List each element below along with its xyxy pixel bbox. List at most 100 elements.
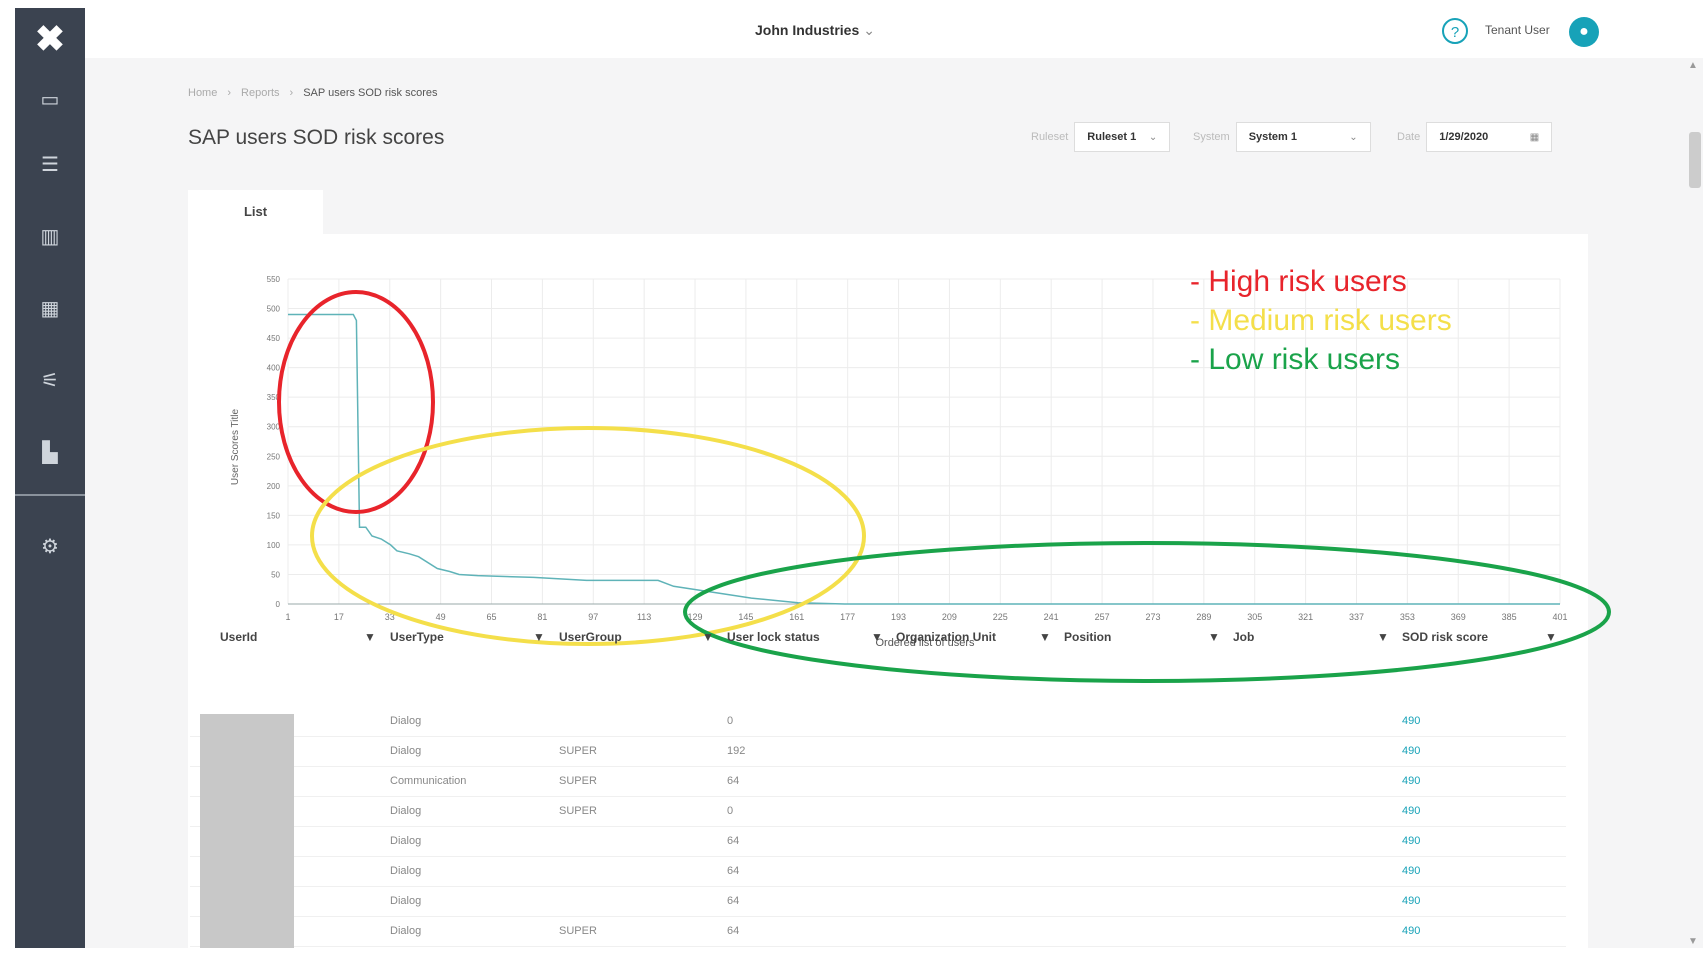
table-cell[interactable]: 490 bbox=[1402, 745, 1420, 757]
date-input[interactable]: 1/29/2020 ▦ bbox=[1426, 122, 1553, 152]
filter-icon[interactable]: ▼ bbox=[1545, 630, 1557, 644]
page-title: SAP users SOD risk scores bbox=[188, 126, 445, 149]
table-cell: 0 bbox=[727, 805, 734, 817]
date-label: Date bbox=[1397, 131, 1421, 143]
table-header: UserId ▼ UserType ▼ UserGroup ▼ User loc… bbox=[0, 618, 1703, 656]
column-header[interactable]: UserId bbox=[220, 630, 257, 644]
reports-icon[interactable]: ▙ bbox=[15, 416, 85, 488]
redacted-userid-block bbox=[200, 714, 294, 948]
sidebar-divider bbox=[15, 494, 85, 496]
column-header[interactable]: UserGroup bbox=[559, 630, 622, 644]
column-header[interactable]: Organization Unit bbox=[896, 630, 996, 644]
column-header[interactable]: User lock status bbox=[727, 630, 820, 644]
ruleset-filter: Ruleset Ruleset 1 ⌄ bbox=[1031, 122, 1171, 152]
table-cell: Communication bbox=[390, 775, 467, 787]
breadcrumb-separator: › bbox=[227, 87, 232, 99]
ruleset-value: Ruleset 1 bbox=[1087, 131, 1137, 143]
table-row[interactable]: Dialog SUPER 0 490 bbox=[190, 796, 1566, 827]
table-cell: 64 bbox=[727, 925, 740, 937]
ruleset-label: Ruleset bbox=[1031, 131, 1069, 143]
company-name: John Industries bbox=[755, 22, 860, 38]
filter-icon[interactable]: ▼ bbox=[702, 630, 714, 644]
company-selector[interactable]: John Industries ⌄ bbox=[755, 22, 875, 39]
column-header[interactable]: SOD risk score bbox=[1402, 630, 1488, 644]
table-cell[interactable]: 490 bbox=[1402, 925, 1420, 937]
table-cell[interactable]: 490 bbox=[1402, 805, 1420, 817]
table-cell: 64 bbox=[727, 835, 740, 847]
breadcrumb-home[interactable]: Home bbox=[188, 87, 217, 99]
workflow-icon[interactable]: ⚟ bbox=[15, 344, 85, 416]
table-row[interactable]: Dialog 64 490 bbox=[190, 826, 1566, 857]
table-cell[interactable]: 490 bbox=[1402, 775, 1420, 787]
table-cell: SUPER bbox=[559, 745, 597, 757]
date-filter: Date 1/29/2020 ▦ bbox=[1397, 122, 1553, 152]
table-cell: Dialog bbox=[390, 895, 422, 907]
table-cell: SUPER bbox=[559, 925, 597, 937]
column-header[interactable]: Position bbox=[1064, 630, 1111, 644]
dashboard-icon[interactable]: ▦ bbox=[15, 272, 85, 344]
sidebar: ✖ ▭ ☰ ▥ ▦ ⚟ ▙ ⚙ bbox=[15, 8, 85, 948]
table-cell[interactable]: 490 bbox=[1402, 895, 1420, 907]
table-cell: 192 bbox=[727, 745, 746, 757]
filter-icon[interactable]: ▼ bbox=[1039, 630, 1051, 644]
scrollbar-thumb[interactable] bbox=[1689, 132, 1701, 188]
user-name[interactable]: Tenant User bbox=[1485, 23, 1550, 37]
table-cell: Dialog bbox=[390, 715, 422, 727]
monitor-icon[interactable]: ▭ bbox=[15, 70, 85, 128]
list-icon[interactable]: ☰ bbox=[15, 128, 85, 200]
filter-icon[interactable]: ▼ bbox=[364, 630, 376, 644]
table-cell: 64 bbox=[727, 895, 740, 907]
chevron-down-icon: ⌄ bbox=[863, 22, 875, 38]
risk-legend: - High risk users - Medium risk users - … bbox=[1190, 262, 1452, 379]
table-cell: SUPER bbox=[559, 775, 597, 787]
system-value: System 1 bbox=[1248, 131, 1297, 143]
legend-medium-risk: - Medium risk users bbox=[1190, 304, 1452, 337]
table-cell: 0 bbox=[727, 715, 734, 727]
chevron-down-icon: ⌄ bbox=[1148, 131, 1158, 143]
scroll-down-icon[interactable]: ▼ bbox=[1688, 936, 1698, 947]
system-select[interactable]: System 1 ⌄ bbox=[1235, 122, 1371, 152]
column-header[interactable]: UserType bbox=[390, 630, 444, 644]
user-avatar-icon[interactable]: ● bbox=[1569, 17, 1599, 47]
ruleset-select[interactable]: Ruleset 1 ⌄ bbox=[1074, 122, 1171, 152]
table-row[interactable]: Dialog 64 490 bbox=[190, 856, 1566, 887]
filter-icon[interactable]: ▼ bbox=[533, 630, 545, 644]
table-row[interactable]: Communication SUPER 64 490 bbox=[190, 766, 1566, 797]
date-value: 1/29/2020 bbox=[1439, 131, 1489, 143]
table-cell: 64 bbox=[727, 865, 740, 877]
breadcrumb-separator: › bbox=[289, 87, 294, 99]
table-cell: Dialog bbox=[390, 745, 422, 757]
legend-high-risk: - High risk users bbox=[1190, 265, 1407, 298]
table-cell[interactable]: 490 bbox=[1402, 715, 1420, 727]
table-row[interactable]: Dialog 64 490 bbox=[190, 886, 1566, 917]
table-row[interactable]: Dialog 0 490 bbox=[190, 706, 1566, 737]
table-cell[interactable]: 490 bbox=[1402, 865, 1420, 877]
chevron-down-icon: ⌄ bbox=[1349, 131, 1358, 143]
help-icon[interactable]: ? bbox=[1442, 18, 1468, 44]
table-cell: Dialog bbox=[390, 805, 422, 817]
table-cell: Dialog bbox=[390, 925, 422, 937]
system-filter: System System 1 ⌄ bbox=[1193, 122, 1371, 152]
legend-low-risk: - Low risk users bbox=[1190, 343, 1401, 376]
breadcrumb-reports[interactable]: Reports bbox=[241, 87, 280, 99]
table-cell: SUPER bbox=[559, 805, 597, 817]
table-row[interactable]: Dialog SUPER 192 490 bbox=[190, 736, 1566, 767]
logo-icon[interactable]: ✖ bbox=[15, 8, 85, 70]
breadcrumb-current: SAP users SOD risk scores bbox=[303, 87, 438, 99]
settings-icon[interactable]: ⚙ bbox=[15, 526, 85, 566]
column-header[interactable]: Job bbox=[1233, 630, 1254, 644]
analytics-icon[interactable]: ▥ bbox=[15, 200, 85, 272]
filter-icon[interactable]: ▼ bbox=[871, 630, 883, 644]
filter-icon[interactable]: ▼ bbox=[1377, 630, 1389, 644]
calendar-icon[interactable]: ▦ bbox=[1530, 132, 1539, 143]
table-cell: Dialog bbox=[390, 865, 422, 877]
tab-list[interactable]: List bbox=[188, 190, 323, 234]
table-cell[interactable]: 490 bbox=[1402, 835, 1420, 847]
table-cell: 64 bbox=[727, 775, 740, 787]
filter-icon[interactable]: ▼ bbox=[1208, 630, 1220, 644]
topbar: John Industries ⌄ ? Tenant User ● bbox=[85, 8, 1703, 59]
scroll-up-icon[interactable]: ▲ bbox=[1688, 60, 1698, 71]
breadcrumb: Home › Reports › SAP users SOD risk scores bbox=[188, 87, 438, 99]
table-cell: Dialog bbox=[390, 835, 422, 847]
table-row[interactable]: Dialog SUPER 64 490 bbox=[190, 916, 1566, 947]
